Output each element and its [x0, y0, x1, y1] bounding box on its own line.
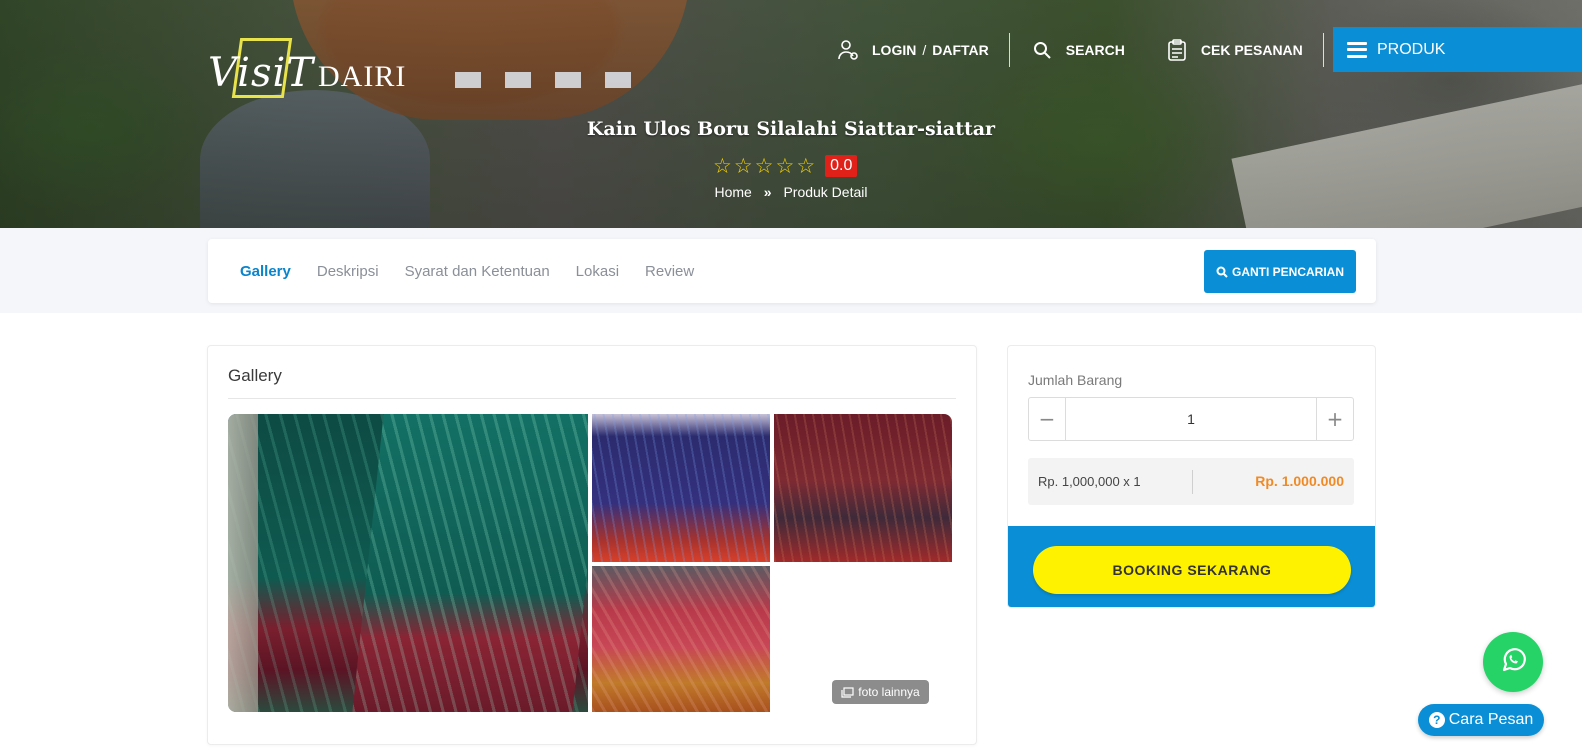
check-order-label: CEK PESANAN — [1200, 42, 1303, 58]
tab-review[interactable]: Review — [645, 263, 694, 280]
gallery-photo-main[interactable] — [228, 414, 588, 712]
login-register-link[interactable]: LOGIN / DAFTAR — [836, 32, 989, 68]
hero-bg-road — [1231, 83, 1582, 228]
gallery-photo-2[interactable] — [592, 414, 770, 562]
clipboard-icon — [1165, 38, 1189, 62]
top-navigation: LOGIN / DAFTAR SEARCH CEK PESANAN — [836, 32, 1344, 68]
star-icon: ☆ — [775, 154, 795, 178]
images-icon — [841, 686, 854, 698]
search-label: SEARCH — [1065, 42, 1125, 58]
hero-banner: VisiT DAIRI LOGIN / DAFTAR SEARCH CEK PE… — [0, 0, 1582, 228]
breadcrumb-separator-icon: » — [763, 184, 772, 200]
check-order-link[interactable]: CEK PESANAN — [1165, 32, 1303, 68]
breadcrumb-home[interactable]: Home — [715, 184, 752, 200]
nav-divider — [1008, 33, 1010, 67]
decrease-quantity-button[interactable]: − — [1029, 398, 1066, 440]
user-icon — [836, 38, 860, 62]
how-to-order-button[interactable]: ? Cara Pesan — [1418, 704, 1544, 736]
hero-bg-window — [555, 72, 581, 88]
login-label[interactable]: LOGIN — [872, 42, 916, 58]
booking-band: BOOKING SEKARANG — [1008, 526, 1375, 607]
increase-quantity-button[interactable]: + — [1316, 398, 1353, 440]
logo-name: DAIRI — [318, 60, 407, 93]
star-icon: ☆ — [754, 154, 774, 178]
how-to-order-label: Cara Pesan — [1448, 711, 1534, 728]
booking-button[interactable]: BOOKING SEKARANG — [1033, 546, 1351, 594]
rating-score-badge: 0.0 — [825, 155, 858, 177]
breadcrumb: Home » Produk Detail — [0, 184, 1582, 200]
star-icon: ☆ — [796, 154, 816, 178]
product-rating: ☆ ☆ ☆ ☆ ☆ 0.0 — [713, 154, 858, 178]
search-link[interactable]: SEARCH — [1030, 32, 1125, 68]
logo-script: VisiT — [208, 50, 314, 96]
star-icon: ☆ — [713, 154, 732, 178]
change-search-button[interactable]: GANTI PENCARIAN — [1204, 250, 1356, 293]
login-slash: / — [922, 42, 927, 58]
hero-bg-window — [605, 72, 631, 88]
more-photos-label: foto lainnya — [858, 685, 920, 699]
tab-lokasi[interactable]: Lokasi — [576, 263, 619, 280]
gallery-photo-4[interactable] — [592, 566, 770, 712]
tab-syarat[interactable]: Syarat dan Ketentuan — [405, 263, 550, 280]
photo-texture — [228, 414, 258, 712]
star-icon: ☆ — [733, 154, 753, 178]
produk-label: PRODUK — [1377, 40, 1446, 58]
tab-gallery[interactable]: Gallery — [240, 263, 291, 280]
help-icon: ? — [1428, 712, 1445, 728]
register-label[interactable]: DAFTAR — [932, 42, 989, 58]
gallery-divider — [228, 398, 956, 399]
site-logo[interactable]: VisiT DAIRI — [208, 38, 408, 108]
search-icon — [1216, 266, 1228, 278]
search-icon — [1030, 38, 1054, 62]
more-photos-button[interactable]: foto lainnya — [832, 680, 929, 704]
photo-texture — [352, 414, 588, 712]
tab-deskripsi[interactable]: Deskripsi — [317, 263, 379, 280]
price-divider — [1192, 470, 1193, 494]
product-title: Kain Ulos Boru Silalahi Siattar-siattar — [586, 118, 996, 140]
booking-card: Jumlah Barang − 1 + Rp. 1,000,000 x 1 Rp… — [1007, 345, 1376, 608]
whatsapp-button[interactable] — [1483, 632, 1543, 692]
nav-divider — [1322, 33, 1324, 67]
quantity-input[interactable]: 1 — [1066, 398, 1316, 440]
produk-menu-button[interactable]: PRODUK — [1333, 27, 1582, 72]
hamburger-icon — [1347, 41, 1367, 58]
quantity-stepper: − 1 + — [1028, 397, 1354, 441]
hero-bg-window — [455, 72, 481, 88]
price-summary: Rp. 1,000,000 x 1 Rp. 1.000.000 — [1028, 458, 1354, 505]
hero-bg-window — [505, 72, 531, 88]
breadcrumb-current: Produk Detail — [783, 184, 868, 200]
price-total: Rp. 1.000.000 — [1255, 473, 1344, 489]
gallery-photo-3[interactable] — [774, 414, 952, 562]
gallery-title: Gallery — [228, 366, 282, 385]
gallery-card: Gallery foto lainnya — [207, 345, 977, 745]
quantity-label: Jumlah Barang — [1028, 372, 1123, 388]
tab-card: Gallery Deskripsi Syarat dan Ketentuan L… — [208, 239, 1376, 303]
change-search-label: GANTI PENCARIAN — [1231, 264, 1344, 279]
whatsapp-icon — [1498, 645, 1528, 679]
product-tabs: Gallery Deskripsi Syarat dan Ketentuan L… — [240, 239, 720, 303]
price-calculation: Rp. 1,000,000 x 1 — [1038, 474, 1141, 489]
